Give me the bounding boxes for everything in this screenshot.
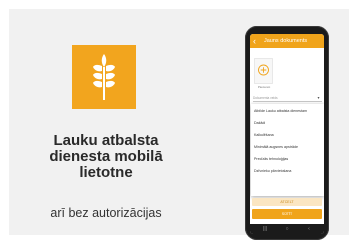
app-bar: ‹ Jauns dokuments: [250, 34, 324, 48]
document-type-select[interactable]: Dokumenta veids ▾: [253, 94, 322, 102]
field-caption: [253, 51, 293, 56]
document-type-value: Dokumenta veids: [253, 96, 278, 100]
promo-subline: arī bez autorizācijas: [50, 206, 162, 220]
add-photo-button[interactable]: [254, 58, 273, 84]
add-photo-caption: Pievienot: [257, 85, 271, 89]
phone-mockup: ‹ Jauns dokuments Pievienot Dokumenta ve…: [245, 26, 329, 240]
promo-banner: Lauku atbalsta dienesta mobilā lietotne …: [0, 0, 358, 244]
recent-apps-icon[interactable]: |||: [260, 225, 270, 233]
document-type-dropdown: Atbilde Lauku atbalsta dienestam Dažādi …: [251, 104, 324, 196]
dropdown-item[interactable]: Minimālā augsnes apstrāde: [251, 143, 324, 152]
dropdown-item[interactable]: Atbilde Lauku atbalsta dienestam: [251, 107, 324, 116]
home-icon[interactable]: ○: [282, 225, 292, 233]
add-circle-icon: [254, 58, 273, 84]
phone-screen: ‹ Jauns dokuments Pievienot Dokumenta ve…: [250, 34, 324, 234]
submit-button[interactable]: SŪTĪT: [252, 209, 322, 219]
cancel-button[interactable]: ATCELT: [252, 198, 322, 206]
promo-headline: Lauku atbalsta dienesta mobilā lietotne: [49, 132, 163, 181]
back-arrow-icon[interactable]: ‹: [253, 36, 262, 46]
dropdown-item[interactable]: Kalkulēšana: [251, 131, 324, 140]
wheat-icon: [93, 54, 115, 100]
chevron-down-icon: ▾: [317, 95, 320, 100]
screen-title: Jauns dokuments: [264, 38, 308, 44]
app-logo: [72, 45, 136, 109]
dropdown-item[interactable]: Precīzās tehnoloģijas: [251, 155, 324, 164]
system-nav-bar: ||| ○ ‹: [250, 224, 324, 234]
system-back-icon[interactable]: ‹: [304, 225, 314, 233]
dropdown-item[interactable]: Dzīvnieku pārvietošana: [251, 167, 324, 176]
dropdown-item[interactable]: Dažādi: [251, 119, 324, 128]
